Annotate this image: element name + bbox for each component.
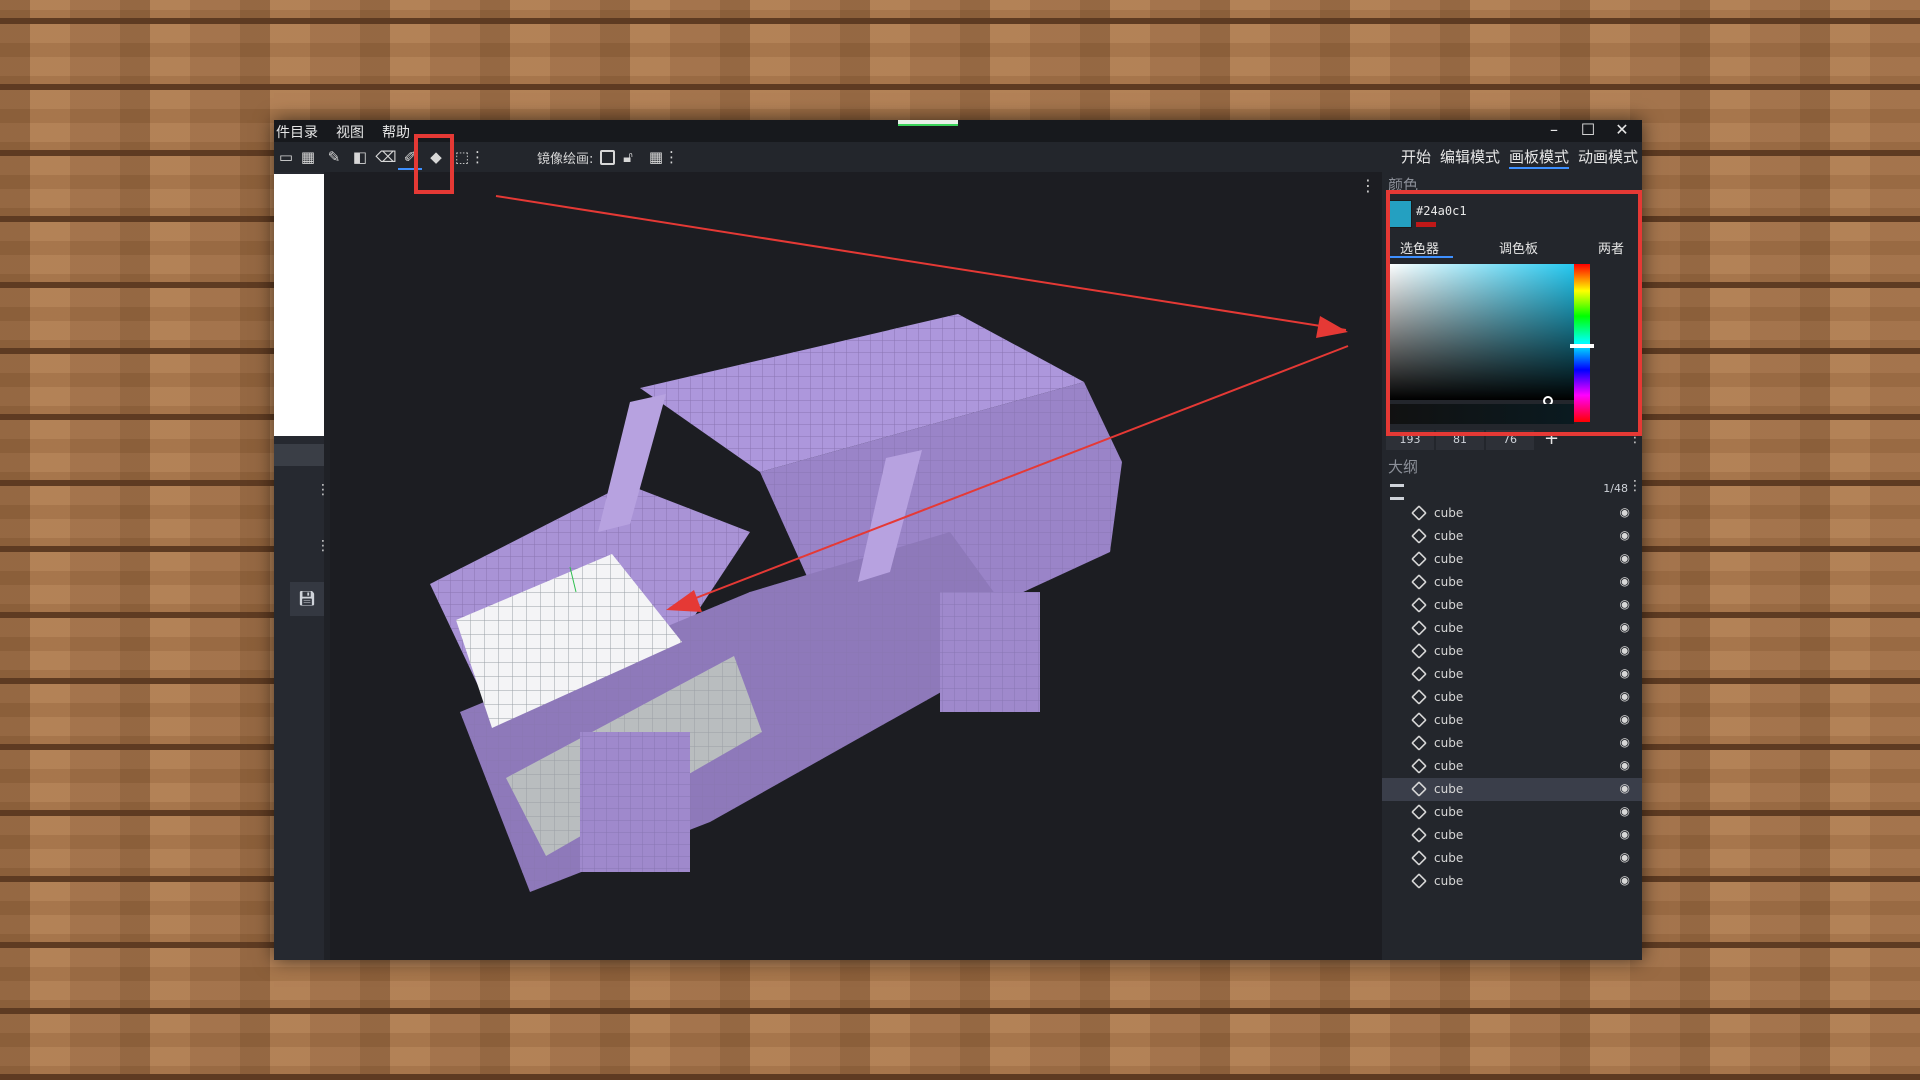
annotation-arrows xyxy=(495,195,1349,612)
app-window: 件目录 视图 帮助 – ☐ ✕ ▭ ▦ ✎ ◧ ⌫ ✐ ◆ ⬚ ⋮ 镜像绘画: … xyxy=(274,120,1642,960)
arrow-line-1 xyxy=(495,195,1347,331)
arrow-head-2 xyxy=(666,590,702,612)
arrow-line-2 xyxy=(669,345,1349,609)
arrow-head-1 xyxy=(1316,316,1348,338)
